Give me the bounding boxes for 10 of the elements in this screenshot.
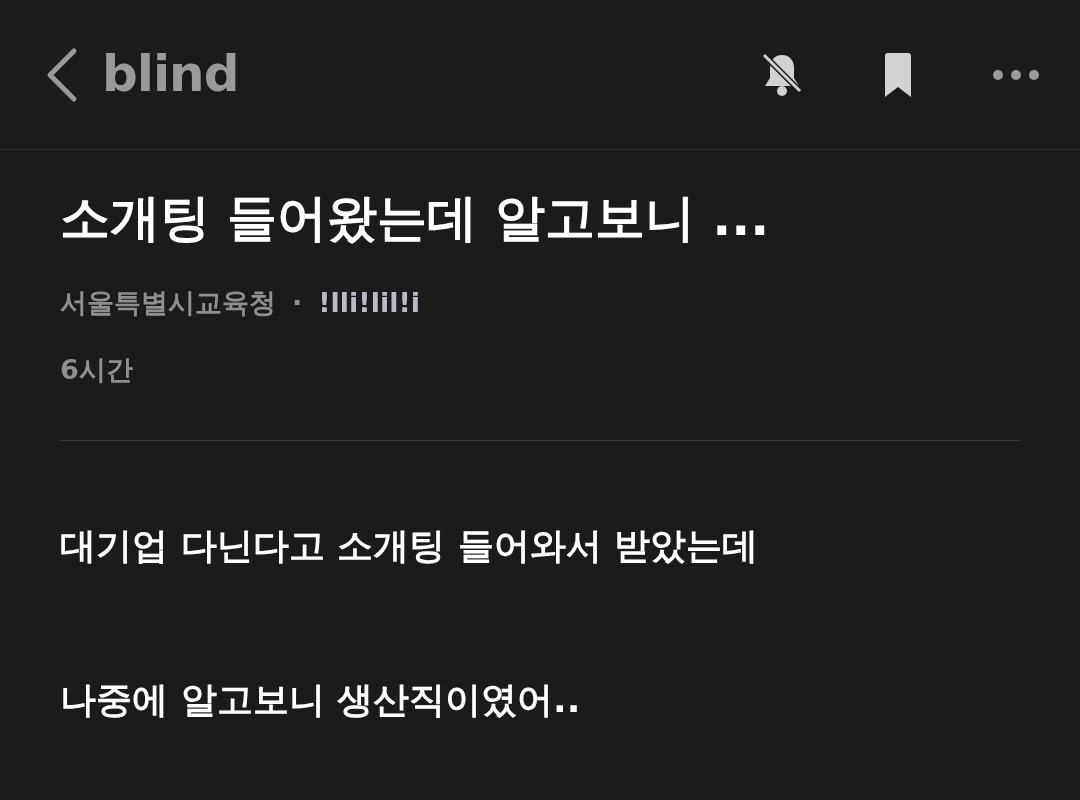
body-paragraph: 대기업 다닌다고 소개팅 들어와서 받았는데 [60,524,760,568]
separator: · [292,286,303,320]
post-title: 소개팅 들어왔는데 알고보니 ... [60,188,771,249]
bookmark-icon[interactable] [882,51,914,98]
company-name: 서울특별시교육청 [60,286,276,320]
app-logo: blind [102,44,239,105]
more-icon[interactable] [992,68,1040,81]
post-time: 6시간 [60,353,133,385]
author-name: !lli!lil!i [318,286,420,320]
body-paragraph: 나중에 알고보니 생산직이였어.. [60,678,582,722]
